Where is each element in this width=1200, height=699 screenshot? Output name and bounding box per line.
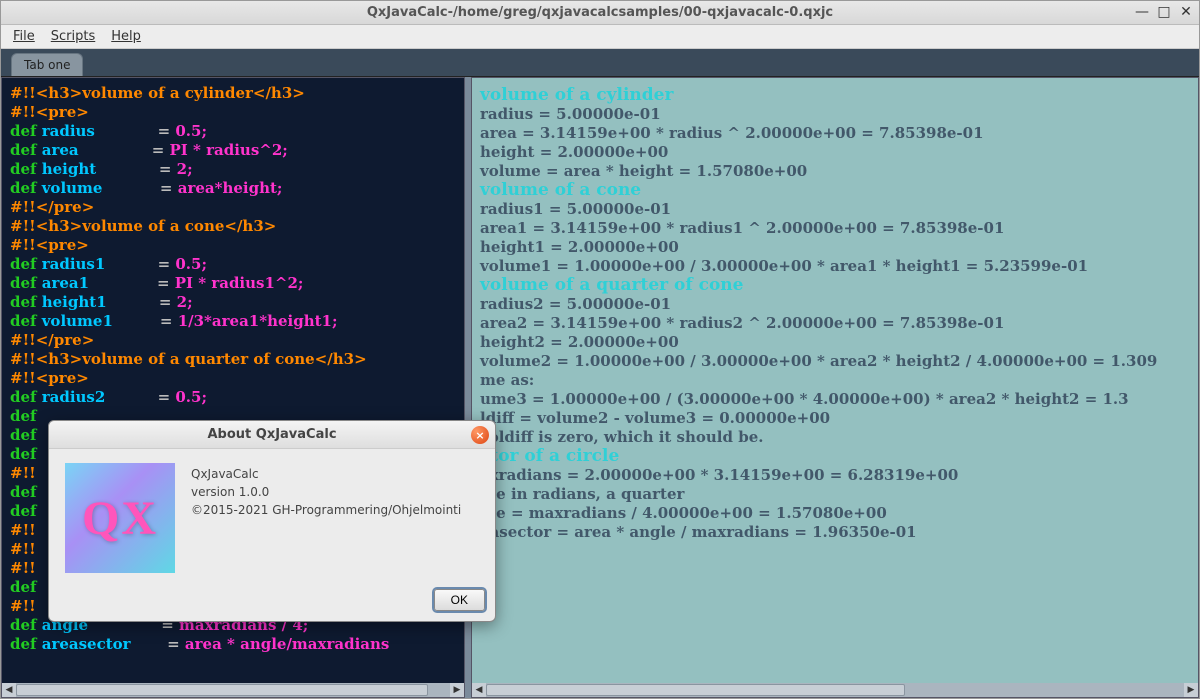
- menubar: File Scripts Help: [1, 25, 1199, 49]
- menu-scripts[interactable]: Scripts: [43, 27, 103, 46]
- app-name: QxJavaCalc: [191, 465, 479, 483]
- titlebar[interactable]: QxJavaCalc-/home/greg/qxjavacalcsamples/…: [1, 1, 1199, 25]
- tabbar: Tab one: [1, 49, 1199, 77]
- logo-text: QX: [82, 491, 158, 546]
- scroll-right-icon[interactable]: ▶: [1184, 683, 1198, 697]
- app-version: version 1.0.0: [191, 483, 479, 501]
- right-h-scrollbar[interactable]: ◀ ▶: [472, 683, 1198, 697]
- minimize-button[interactable]: —: [1133, 3, 1151, 21]
- close-button[interactable]: ✕: [1177, 3, 1195, 21]
- scroll-left-icon[interactable]: ◀: [2, 683, 16, 697]
- ok-button[interactable]: OK: [434, 589, 485, 611]
- window-title: QxJavaCalc-/home/greg/qxjavacalcsamples/…: [367, 5, 833, 20]
- app-logo: QX: [65, 463, 175, 573]
- app-copyright: ©2015-2021 GH-Programmering/Ohjelmointi: [191, 501, 479, 519]
- left-h-scrollbar[interactable]: ◀ ▶: [2, 683, 464, 697]
- output-pane: volume of a cylinder radius = 5.00000e-0…: [471, 77, 1199, 698]
- tab-one[interactable]: Tab one: [11, 53, 83, 76]
- dialog-footer: OK: [49, 583, 495, 621]
- scroll-left-icon[interactable]: ◀: [472, 683, 486, 697]
- dialog-titlebar[interactable]: About QxJavaCalc ×: [49, 421, 495, 449]
- window-controls: — □ ✕: [1133, 3, 1195, 21]
- dialog-body: QX QxJavaCalc version 1.0.0 ©2015-2021 G…: [49, 449, 495, 583]
- dialog-title: About QxJavaCalc: [207, 427, 336, 442]
- menu-help[interactable]: Help: [103, 27, 149, 46]
- scroll-right-icon[interactable]: ▶: [450, 683, 464, 697]
- dialog-close-button[interactable]: ×: [471, 426, 489, 444]
- output-text: volume of a cylinder radius = 5.00000e-0…: [472, 78, 1198, 550]
- dialog-info: QxJavaCalc version 1.0.0 ©2015-2021 GH-P…: [191, 463, 479, 573]
- maximize-button[interactable]: □: [1155, 3, 1173, 21]
- menu-file[interactable]: File: [5, 27, 43, 46]
- about-dialog: About QxJavaCalc × QX QxJavaCalc version…: [48, 420, 496, 622]
